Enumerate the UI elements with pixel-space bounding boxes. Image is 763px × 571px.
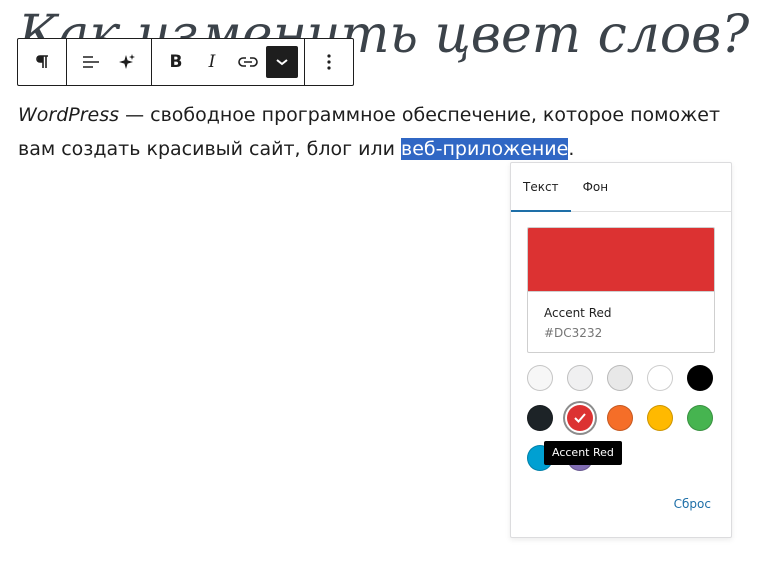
tab-background[interactable]: Фон bbox=[571, 163, 621, 211]
block-toolbar: B I bbox=[17, 38, 354, 86]
check-icon bbox=[574, 413, 586, 423]
color-swatch-accent-red[interactable] bbox=[567, 405, 593, 431]
paragraph-text: — свободное программное обеспечение, кот… bbox=[18, 104, 721, 160]
paragraph-block[interactable]: WordPress — свободное программное обеспе… bbox=[18, 98, 738, 166]
more-vertical-icon bbox=[326, 53, 332, 71]
paragraph-end: . bbox=[568, 138, 575, 160]
paragraph-block-button[interactable] bbox=[24, 44, 60, 80]
color-popover: Текст Фон Accent Red #DC3232 Accent Red … bbox=[510, 162, 732, 538]
color-swatch-dark[interactable] bbox=[527, 405, 553, 431]
italic-label: I bbox=[208, 52, 216, 72]
toolbar-group-options bbox=[304, 39, 353, 85]
current-color-card[interactable]: Accent Red #DC3232 bbox=[527, 227, 715, 353]
toolbar-group-align bbox=[66, 39, 151, 85]
italic-button[interactable]: I bbox=[194, 44, 230, 80]
pilcrow-icon bbox=[33, 53, 51, 71]
selected-text[interactable]: веб-приложение bbox=[401, 138, 569, 160]
color-tabs: Текст Фон bbox=[511, 163, 731, 212]
paragraph-italic-text: WordPress bbox=[18, 104, 120, 126]
align-button[interactable] bbox=[73, 44, 109, 80]
current-color-name: Accent Red bbox=[544, 306, 612, 320]
color-tooltip: Accent Red bbox=[544, 441, 622, 465]
options-button[interactable] bbox=[311, 44, 347, 80]
color-swatch-yellow[interactable] bbox=[647, 405, 673, 431]
align-left-icon bbox=[81, 53, 101, 71]
color-swatch-white-4[interactable] bbox=[647, 365, 673, 391]
ai-magic-button[interactable] bbox=[109, 44, 145, 80]
reset-button[interactable]: Сброс bbox=[674, 497, 711, 511]
color-swatch-orange[interactable] bbox=[607, 405, 633, 431]
chevron-down-icon bbox=[275, 57, 289, 67]
link-icon bbox=[237, 55, 259, 69]
color-swatch-green[interactable] bbox=[687, 405, 713, 431]
toolbar-group-block-type bbox=[18, 39, 66, 85]
color-swatch-white-3[interactable] bbox=[607, 365, 633, 391]
sparkles-icon bbox=[117, 52, 137, 72]
color-swatch-black[interactable] bbox=[687, 365, 713, 391]
current-color-hex: #DC3232 bbox=[544, 326, 603, 340]
color-swatch-white-2[interactable] bbox=[567, 365, 593, 391]
bold-label: B bbox=[169, 52, 183, 72]
bold-button[interactable]: B bbox=[158, 44, 194, 80]
link-button[interactable] bbox=[230, 44, 266, 80]
current-color-swatch bbox=[528, 228, 714, 292]
more-formats-button[interactable] bbox=[266, 46, 298, 78]
tab-text[interactable]: Текст bbox=[511, 163, 571, 212]
color-swatch-white-1[interactable] bbox=[527, 365, 553, 391]
toolbar-group-format: B I bbox=[151, 39, 304, 85]
